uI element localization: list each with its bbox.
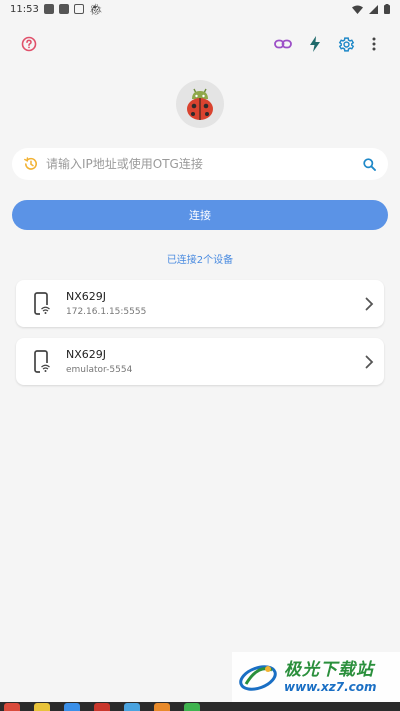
dock-app-icon[interactable]	[94, 703, 110, 711]
debug-icon: 🐞︎	[88, 2, 103, 16]
dock-app-icon[interactable]	[154, 703, 170, 711]
connect-button-label: 连接	[189, 209, 211, 222]
gear-icon	[338, 36, 354, 52]
watermark-title: 极光下载站	[284, 660, 374, 680]
search-icon[interactable]	[363, 157, 376, 171]
dock-app-icon[interactable]	[34, 703, 50, 711]
app-logo	[176, 80, 224, 128]
status-right	[352, 4, 390, 14]
link-icon	[274, 39, 292, 49]
connected-devices-count: 已连接2个设备	[166, 255, 234, 266]
history-icon[interactable]	[24, 157, 38, 171]
dock-app-icon[interactable]	[184, 703, 200, 711]
wifi-signal-icon	[352, 5, 363, 14]
flash-button[interactable]	[303, 32, 327, 56]
phone-wifi-icon	[28, 291, 56, 316]
top-toolbar	[0, 30, 400, 58]
dock-app-icon[interactable]	[64, 703, 80, 711]
connect-button[interactable]: 连接	[12, 200, 388, 230]
battery-icon	[384, 4, 390, 14]
status-left: 11:53 🐞︎	[10, 3, 103, 16]
more-vert-icon	[372, 37, 376, 51]
settings-button[interactable]	[334, 32, 358, 56]
device-address: emulator-5554	[66, 364, 133, 375]
device-card[interactable]: NX629J 172.16.1.15:5555	[16, 280, 384, 327]
notification-icon	[73, 4, 84, 14]
notification-icon	[43, 4, 54, 14]
watermark-logo-icon	[239, 665, 277, 691]
taskbar-dock	[0, 702, 400, 711]
help-circle-icon	[21, 36, 37, 52]
device-name: NX629J	[66, 347, 107, 361]
device-address: 172.16.1.15:5555	[66, 306, 147, 317]
notification-icon	[58, 4, 69, 14]
ladybug-android-icon	[187, 88, 213, 120]
status-time: 11:53	[10, 3, 39, 15]
link-button[interactable]	[271, 32, 295, 56]
dock-app-icon[interactable]	[124, 703, 140, 711]
more-menu-button[interactable]	[362, 32, 386, 56]
lightning-icon	[310, 36, 320, 52]
cell-signal-icon	[369, 4, 378, 14]
address-input[interactable]	[46, 157, 363, 171]
chevron-right-icon	[365, 355, 374, 369]
device-card[interactable]: NX629J emulator-5554	[16, 338, 384, 385]
phone-wifi-icon	[28, 349, 56, 374]
watermark: 极光下载站 www.xz7.com	[232, 652, 400, 702]
watermark-url: www.xz7.com	[284, 680, 377, 694]
address-search-bar	[12, 148, 388, 180]
device-name: NX629J	[66, 289, 107, 303]
help-button[interactable]	[17, 32, 41, 56]
chevron-right-icon	[365, 297, 374, 311]
status-bar: 11:53 🐞︎	[0, 0, 400, 18]
dock-app-icon[interactable]	[4, 703, 20, 711]
